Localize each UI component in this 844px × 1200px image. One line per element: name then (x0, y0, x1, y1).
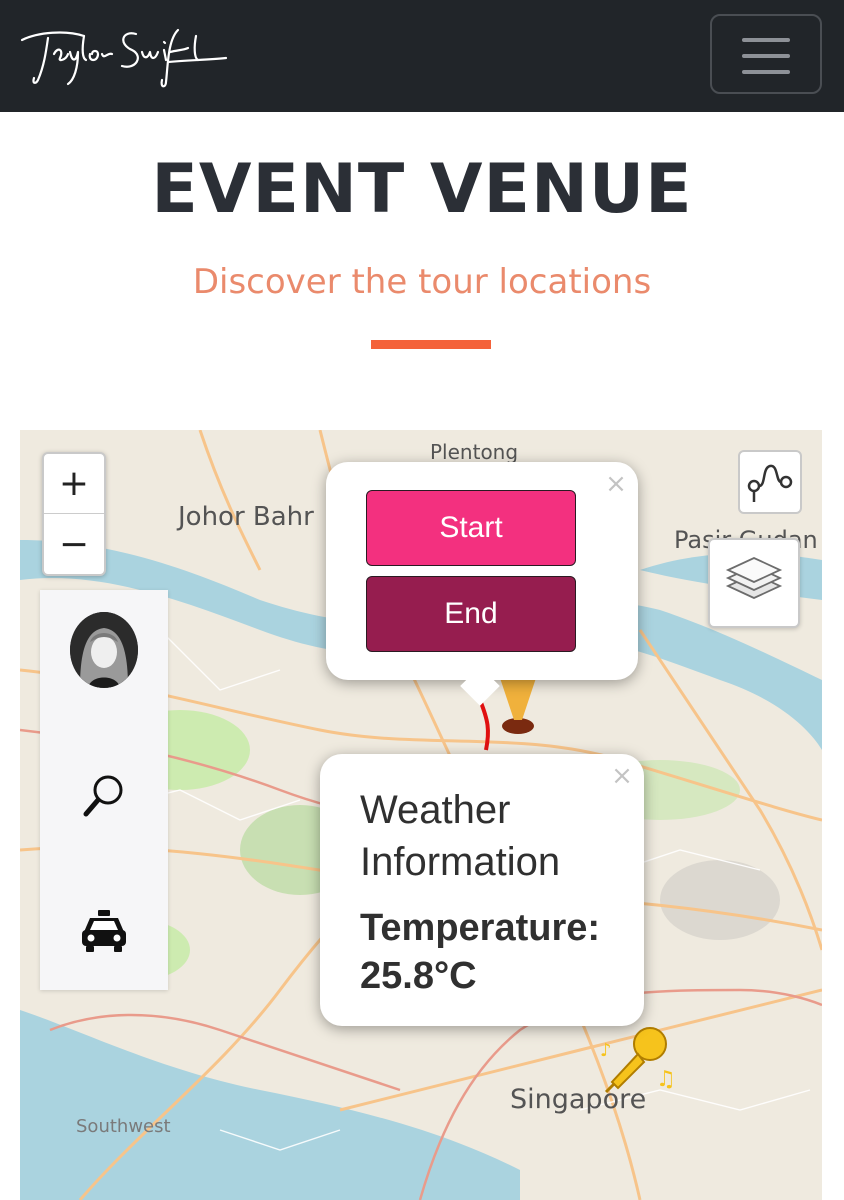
route-popup-close-button[interactable]: × (604, 471, 628, 497)
title-divider (371, 340, 491, 349)
temperature-label: Temperature: (360, 907, 601, 949)
navbar (0, 0, 844, 112)
route-popup: × Start End (326, 462, 638, 706)
zoom-in-button[interactable]: + (44, 454, 104, 514)
page-subtitle: Discover the tour locations (192, 262, 652, 302)
zoom-control: + − (42, 452, 106, 576)
page-title: EVENT VENUE (151, 150, 693, 229)
map-container[interactable]: Plentong Johor Bahr Pasir Gudan Singapor… (20, 430, 822, 1200)
taylor-swift-signature (20, 28, 228, 88)
venue-marker[interactable] (494, 678, 558, 738)
weather-popup: × Weather Information Temperature: 25.8°… (320, 754, 644, 1026)
hamburger-icon (742, 70, 790, 74)
end-button[interactable]: End (366, 576, 576, 652)
hamburger-icon (742, 38, 790, 42)
map-label-plentong: Plentong (430, 440, 519, 464)
svg-text:♪: ♪ (600, 1040, 612, 1061)
hamburger-icon (742, 54, 790, 58)
map-side-panel (40, 590, 168, 990)
svg-text:♫: ♫ (656, 1067, 676, 1092)
layers-button[interactable] (708, 538, 800, 628)
weather-title: Weather Information (360, 788, 561, 884)
map-label-southwest: Southwest (76, 1116, 171, 1137)
map-label-johor-bahru: Johor Bahr (178, 502, 314, 532)
weather-temperature: Temperature: 25.8°C (360, 904, 640, 1000)
avatar[interactable] (70, 612, 138, 688)
layers-icon (725, 557, 783, 599)
route-icon (747, 464, 793, 502)
search-icon[interactable] (78, 770, 130, 822)
brand-logo[interactable] (18, 18, 228, 90)
start-button[interactable]: Start (366, 490, 576, 566)
menu-toggle-button[interactable] (710, 14, 822, 94)
avatar-portrait (70, 612, 138, 688)
concert-marker-microphone-icon[interactable]: ♫ ♪ (598, 1022, 678, 1112)
temperature-value: 25.8°C (360, 955, 477, 997)
taxi-icon[interactable] (78, 906, 130, 958)
zoom-out-button[interactable]: − (44, 514, 104, 574)
route-button[interactable] (738, 450, 802, 514)
